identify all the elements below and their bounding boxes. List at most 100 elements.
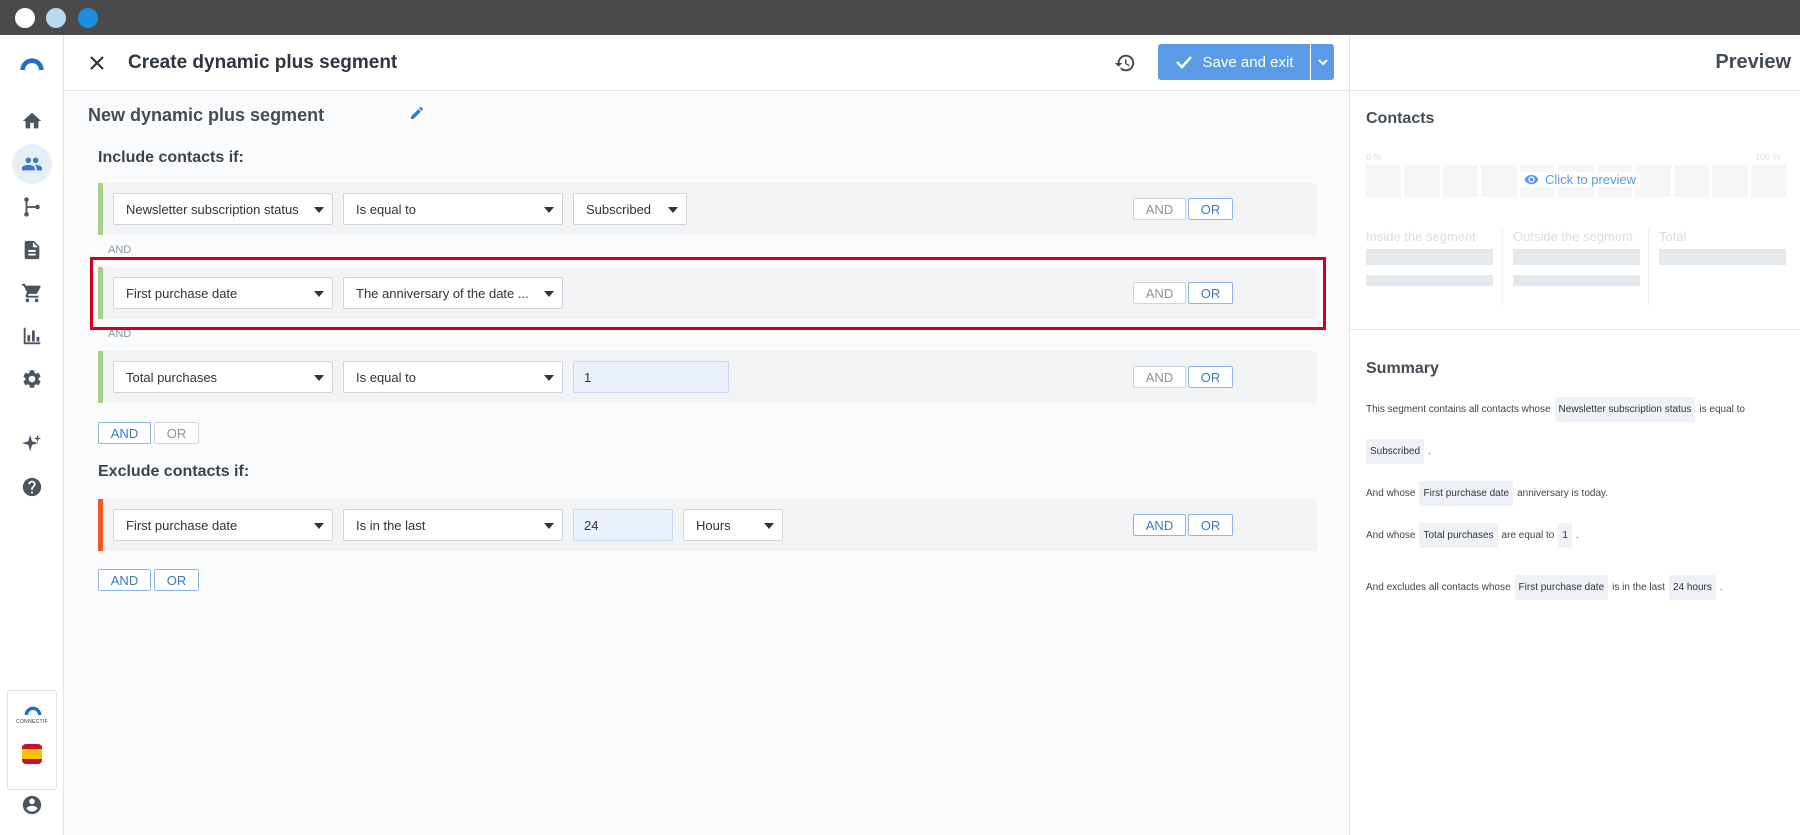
field-select[interactable]: Total purchases bbox=[113, 361, 333, 393]
summary-text: anniversary is today. bbox=[1517, 488, 1609, 499]
add-include-or-button[interactable]: OR bbox=[154, 422, 199, 444]
operator-select[interactable]: Is in the last bbox=[343, 509, 563, 541]
window-titlebar bbox=[0, 0, 1800, 35]
caret-down-icon bbox=[314, 375, 324, 381]
summary-line: And whose Total purchases are equal to 1… bbox=[1366, 523, 1579, 548]
close-button[interactable] bbox=[84, 50, 110, 76]
summary-tag: Total purchases bbox=[1419, 523, 1498, 548]
total-stat: Total bbox=[1659, 229, 1786, 265]
caret-down-icon bbox=[544, 523, 554, 529]
summary-text: is equal to bbox=[1699, 404, 1745, 415]
preview-title: Preview bbox=[1715, 51, 1791, 73]
click-to-preview-label: Click to preview bbox=[1545, 172, 1637, 187]
and-button[interactable]: AND bbox=[1133, 366, 1186, 388]
value-select-value: Subscribed bbox=[586, 201, 652, 217]
add-exclude-or-button[interactable]: OR bbox=[154, 569, 199, 591]
total-label: Total bbox=[1659, 229, 1687, 244]
inside-stat: Inside the segment bbox=[1366, 229, 1493, 286]
close-icon bbox=[90, 56, 104, 70]
or-button[interactable]: OR bbox=[1188, 198, 1233, 220]
segment-name: New dynamic plus segment bbox=[88, 105, 325, 125]
cart-icon[interactable] bbox=[12, 273, 52, 313]
save-button-label: Save and exit bbox=[1202, 53, 1294, 71]
and-join-label: AND bbox=[108, 328, 132, 340]
account-icon[interactable] bbox=[12, 785, 52, 825]
caret-down-icon bbox=[544, 375, 554, 381]
sparkle-icon[interactable] bbox=[12, 424, 52, 464]
save-options-dropdown[interactable] bbox=[1311, 44, 1334, 80]
summary-text: And whose bbox=[1366, 530, 1416, 541]
operator-select-value: The anniversary of the date ... bbox=[356, 285, 529, 301]
inside-placeholder-bar bbox=[1366, 249, 1493, 265]
caret-down-icon bbox=[764, 523, 774, 529]
summary-tag: First purchase date bbox=[1514, 575, 1609, 600]
field-select[interactable]: First purchase date bbox=[113, 277, 333, 309]
reports-icon[interactable] bbox=[12, 316, 52, 356]
content-icon[interactable] bbox=[12, 230, 52, 270]
pct-min-label: 0 % bbox=[1366, 152, 1382, 162]
field-select[interactable]: Newsletter subscription status bbox=[113, 193, 333, 225]
add-include-and-button[interactable]: AND bbox=[98, 422, 151, 444]
or-button[interactable]: OR bbox=[1188, 514, 1233, 536]
include-bar bbox=[98, 267, 103, 319]
segment-editor: New dynamic plus segment Include contact… bbox=[64, 91, 1349, 835]
save-and-exit-button[interactable]: Save and exit bbox=[1158, 44, 1310, 80]
spain-flag-icon[interactable] bbox=[22, 744, 42, 764]
stat-divider bbox=[1648, 229, 1649, 305]
operator-select-value: Is equal to bbox=[356, 369, 416, 385]
include-condition-row: Newsletter subscription status Is equal … bbox=[98, 183, 1317, 235]
or-button[interactable]: OR bbox=[1188, 282, 1233, 304]
stat-divider bbox=[1502, 229, 1503, 305]
unit-select[interactable]: Hours bbox=[683, 509, 783, 541]
summary-tag: 1 bbox=[1558, 523, 1572, 548]
summary-line: And excludes all contacts whose First pu… bbox=[1366, 575, 1723, 600]
home-icon[interactable] bbox=[12, 101, 52, 141]
summary-text: . bbox=[1428, 446, 1431, 457]
window-close-dot[interactable] bbox=[15, 8, 35, 28]
logo-icon[interactable] bbox=[12, 43, 52, 83]
summary-text: . bbox=[1575, 530, 1579, 541]
value-input[interactable]: 1 bbox=[573, 361, 729, 393]
edit-icon[interactable] bbox=[409, 105, 427, 123]
history-button[interactable] bbox=[1112, 50, 1138, 76]
include-condition-row: First purchase date The anniversary of t… bbox=[98, 267, 1317, 319]
summary-text: . bbox=[1719, 582, 1723, 593]
field-select-value: Newsletter subscription status bbox=[126, 201, 299, 217]
summary-text: And excludes all contacts whose bbox=[1366, 582, 1511, 593]
or-button[interactable]: OR bbox=[1188, 366, 1233, 388]
summary-text: is in the last bbox=[1612, 582, 1665, 593]
panel-divider bbox=[1350, 329, 1800, 330]
exclude-bar bbox=[98, 499, 103, 551]
help-icon[interactable] bbox=[12, 467, 52, 507]
window-maximize-dot[interactable] bbox=[78, 8, 98, 28]
settings-icon[interactable] bbox=[12, 359, 52, 399]
outside-stat: Outside the segment bbox=[1513, 229, 1640, 286]
brand-box[interactable]: CONNECTIF bbox=[7, 690, 57, 790]
brand-logo-icon bbox=[24, 706, 42, 715]
outside-placeholder-bar-small bbox=[1513, 275, 1640, 286]
summary-title: Summary bbox=[1366, 360, 1439, 377]
field-select[interactable]: First purchase date bbox=[113, 509, 333, 541]
and-button[interactable]: AND bbox=[1133, 198, 1186, 220]
summary-tag: 24 hours bbox=[1668, 575, 1716, 600]
operator-select[interactable]: The anniversary of the date ... bbox=[343, 277, 563, 309]
include-bar bbox=[98, 183, 103, 235]
value-select[interactable]: Subscribed bbox=[573, 193, 687, 225]
and-button[interactable]: AND bbox=[1133, 514, 1186, 536]
include-condition-row: Total purchases Is equal to 1 AND OR bbox=[98, 351, 1317, 403]
operator-select[interactable]: Is equal to bbox=[343, 361, 563, 393]
value-input[interactable]: 24 bbox=[573, 509, 673, 541]
contacts-icon[interactable] bbox=[12, 144, 52, 184]
add-exclude-and-button[interactable]: AND bbox=[98, 569, 151, 591]
exclude-label: Exclude contacts if: bbox=[98, 463, 250, 480]
window-minimize-dot[interactable] bbox=[46, 8, 66, 28]
exclude-condition-row: First purchase date Is in the last 24 Ho… bbox=[98, 499, 1317, 551]
click-to-preview-button[interactable]: Click to preview bbox=[1520, 172, 1641, 187]
flows-icon[interactable] bbox=[12, 187, 52, 227]
operator-select[interactable]: Is equal to bbox=[343, 193, 563, 225]
chevron-down-icon bbox=[1317, 59, 1328, 66]
include-bar bbox=[98, 351, 103, 403]
and-button[interactable]: AND bbox=[1133, 282, 1186, 304]
history-icon bbox=[1114, 54, 1135, 72]
summary-text: This segment contains all contacts whose bbox=[1366, 404, 1551, 415]
